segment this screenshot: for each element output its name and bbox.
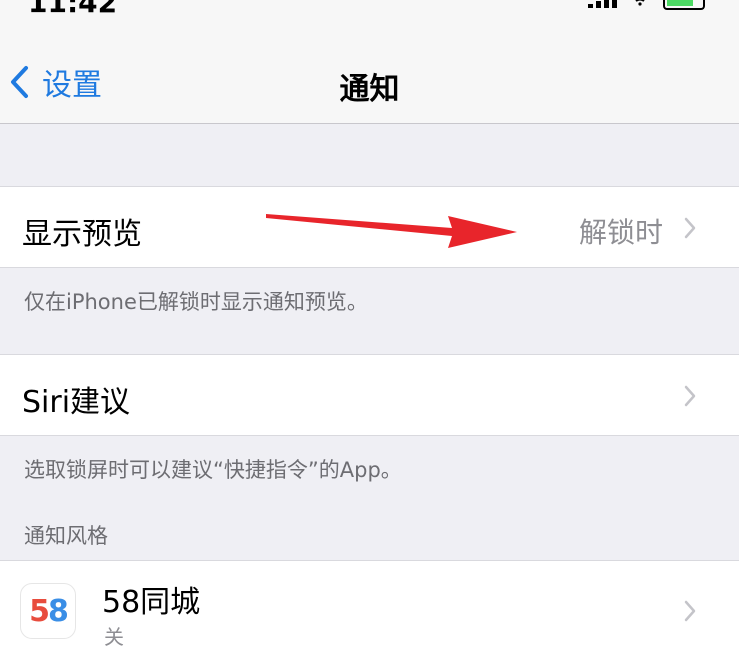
app-58-logo: 58 [20,583,76,639]
chevron-right-icon [684,385,696,407]
app-row-58[interactable]: 58 58同城 关 [0,560,739,658]
wifi-icon [635,0,645,6]
app-status: 关 [104,625,124,649]
siri-suggestions-row[interactable]: Siri建议 [0,354,739,436]
signal-icon [588,0,617,8]
app-name: 58同城 [102,585,201,620]
show-preview-footnote: 仅在iPhone已解锁时显示通知预览。 [24,290,368,314]
page-title: 通知 [339,72,400,107]
status-icons [588,0,705,10]
chevron-right-icon [684,600,696,622]
navigation-bar: 设置 通知 [0,30,739,124]
show-preview-label: 显示预览 [22,217,142,252]
annotation-arrow-icon [266,214,517,248]
siri-footnote: 选取锁屏时可以建议“快捷指令”的App。 [24,458,402,482]
siri-suggestions-label: Siri建议 [22,385,131,420]
battery-icon [663,0,705,10]
status-time: 11:42 [28,0,118,19]
show-preview-value: 解锁时 [578,216,663,249]
status-bar: 11:42 [0,0,739,30]
notification-style-header: 通知风格 [24,524,108,548]
chevron-right-icon [684,217,696,239]
